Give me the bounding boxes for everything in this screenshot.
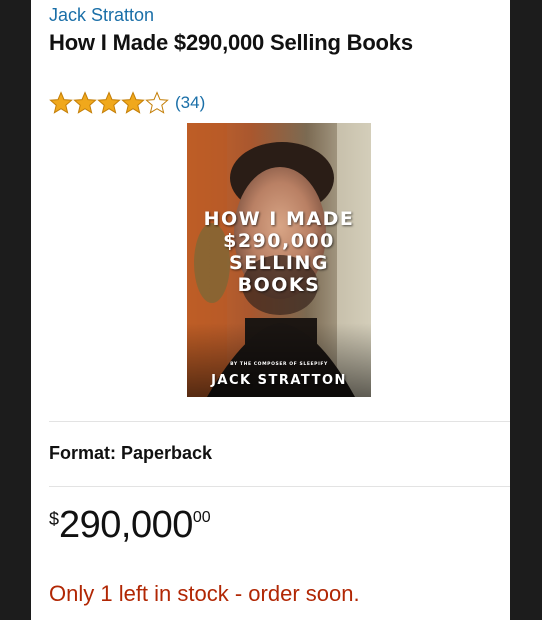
author-link[interactable]: Jack Stratton [49, 5, 154, 26]
stock-status: Only 1 left in stock - order soon. [49, 581, 360, 606]
price-currency-symbol: $ [49, 509, 60, 529]
book-cover-image[interactable]: HOW I MADE $290,000 SELLING BOOKS BY THE… [187, 123, 371, 397]
cover-title-line: SELLING [229, 252, 329, 274]
cover-title-line: BOOKS [237, 274, 321, 296]
product-card: Jack Stratton How I Made $290,000 Sellin… [31, 0, 510, 620]
price-whole: 290,000 [59, 504, 193, 546]
divider [49, 421, 510, 422]
cover-title-line: $290,000 [223, 230, 335, 252]
cover-author: JACK STRATTON [211, 373, 347, 388]
price: $290,00000 [49, 506, 211, 544]
format-label[interactable]: Format: Paperback [49, 443, 212, 464]
price-fraction: 00 [192, 509, 211, 526]
cover-title: HOW I MADE $290,000 SELLING BOOKS [187, 208, 371, 296]
divider [49, 486, 510, 487]
star-rating[interactable]: (34) [49, 90, 205, 116]
star-filled-icon [121, 91, 145, 114]
screenshot-frame: Jack Stratton How I Made $290,000 Sellin… [0, 0, 542, 620]
cover-title-line: HOW I MADE [203, 208, 355, 230]
product-title: How I Made $290,000 Selling Books [49, 30, 413, 55]
star-filled-icon [73, 91, 97, 114]
review-count-link[interactable]: (34) [175, 93, 205, 113]
star-filled-icon [49, 91, 73, 114]
star-empty-icon [145, 91, 169, 114]
cover-subtitle: BY THE COMPOSER OF SLEEPIFY [230, 362, 328, 367]
star-filled-icon [97, 91, 121, 114]
